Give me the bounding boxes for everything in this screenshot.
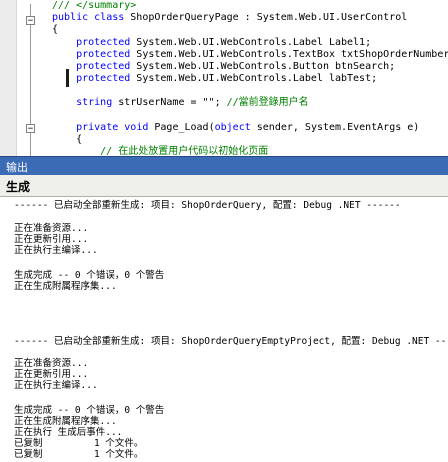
code-line: { [52, 134, 83, 145]
output-line: 正在生成附属程序集... [14, 281, 117, 292]
collapse-icon[interactable]: − [26, 124, 35, 134]
output-text[interactable]: ------ 已启动全部重新生成: 项目: ShopOrderQuery, 配置… [0, 197, 448, 462]
code-line: private void Page_Load(object sender, Sy… [76, 122, 420, 133]
collapse-icon[interactable]: − [26, 16, 35, 26]
output-line: 已复制 1 个文件。 [14, 449, 144, 460]
output-line: 正在准备资源... [14, 358, 89, 369]
code-line: { [52, 24, 59, 35]
output-line: 正在生成附属程序集... [14, 416, 117, 427]
code-line: protected System.Web.UI.WebControls.Butt… [76, 61, 396, 72]
code-line: public class ShopOrderQueryPage : System… [52, 12, 408, 23]
editor-gutter [0, 0, 17, 156]
code-line: protected System.Web.UI.WebControls.Text… [76, 49, 448, 60]
code-line: protected System.Web.UI.WebControls.Labe… [76, 37, 372, 48]
output-line: 正在执行 生成后事件... [14, 427, 123, 438]
output-line: 生成完成 -- 0 个错误，0 个警告 [14, 270, 165, 281]
code-line: string strUserName = ""; //當前登錄用户名 [76, 97, 309, 108]
output-line: 正在准备资源... [14, 223, 89, 234]
code-editor[interactable]: − − /// </summary> public class ShopOrde… [0, 0, 448, 156]
output-toolbar: 生成 [0, 175, 448, 197]
output-line: ------ 已启动全部重新生成: 项目: ShopOrderQuery, 配置… [14, 200, 401, 211]
output-panel-title: 输出 [6, 161, 28, 174]
output-panel-header[interactable]: 输出 [0, 156, 448, 175]
code-line: // 在此处放置用户代码以初始化页面 [52, 146, 269, 156]
code-line: /// </summary> [52, 0, 137, 11]
output-line: 正在执行主编译... [14, 245, 98, 256]
output-source-select[interactable]: 生成 [6, 178, 30, 195]
output-line: 正在更新引用... [14, 369, 89, 380]
output-line: 已复制 1 个文件。 [14, 438, 144, 449]
output-line: 生成完成 -- 0 个错误，0 个警告 [14, 405, 165, 416]
output-line: 正在执行主编译... [14, 380, 98, 391]
i-beam-cursor [66, 69, 69, 87]
output-line: 正在更新引用... [14, 234, 89, 245]
output-line: ------ 已启动全部重新生成: 项目: ShopOrderQueryEmpt… [14, 336, 448, 347]
code-line: protected System.Web.UI.WebControls.Labe… [76, 73, 378, 84]
